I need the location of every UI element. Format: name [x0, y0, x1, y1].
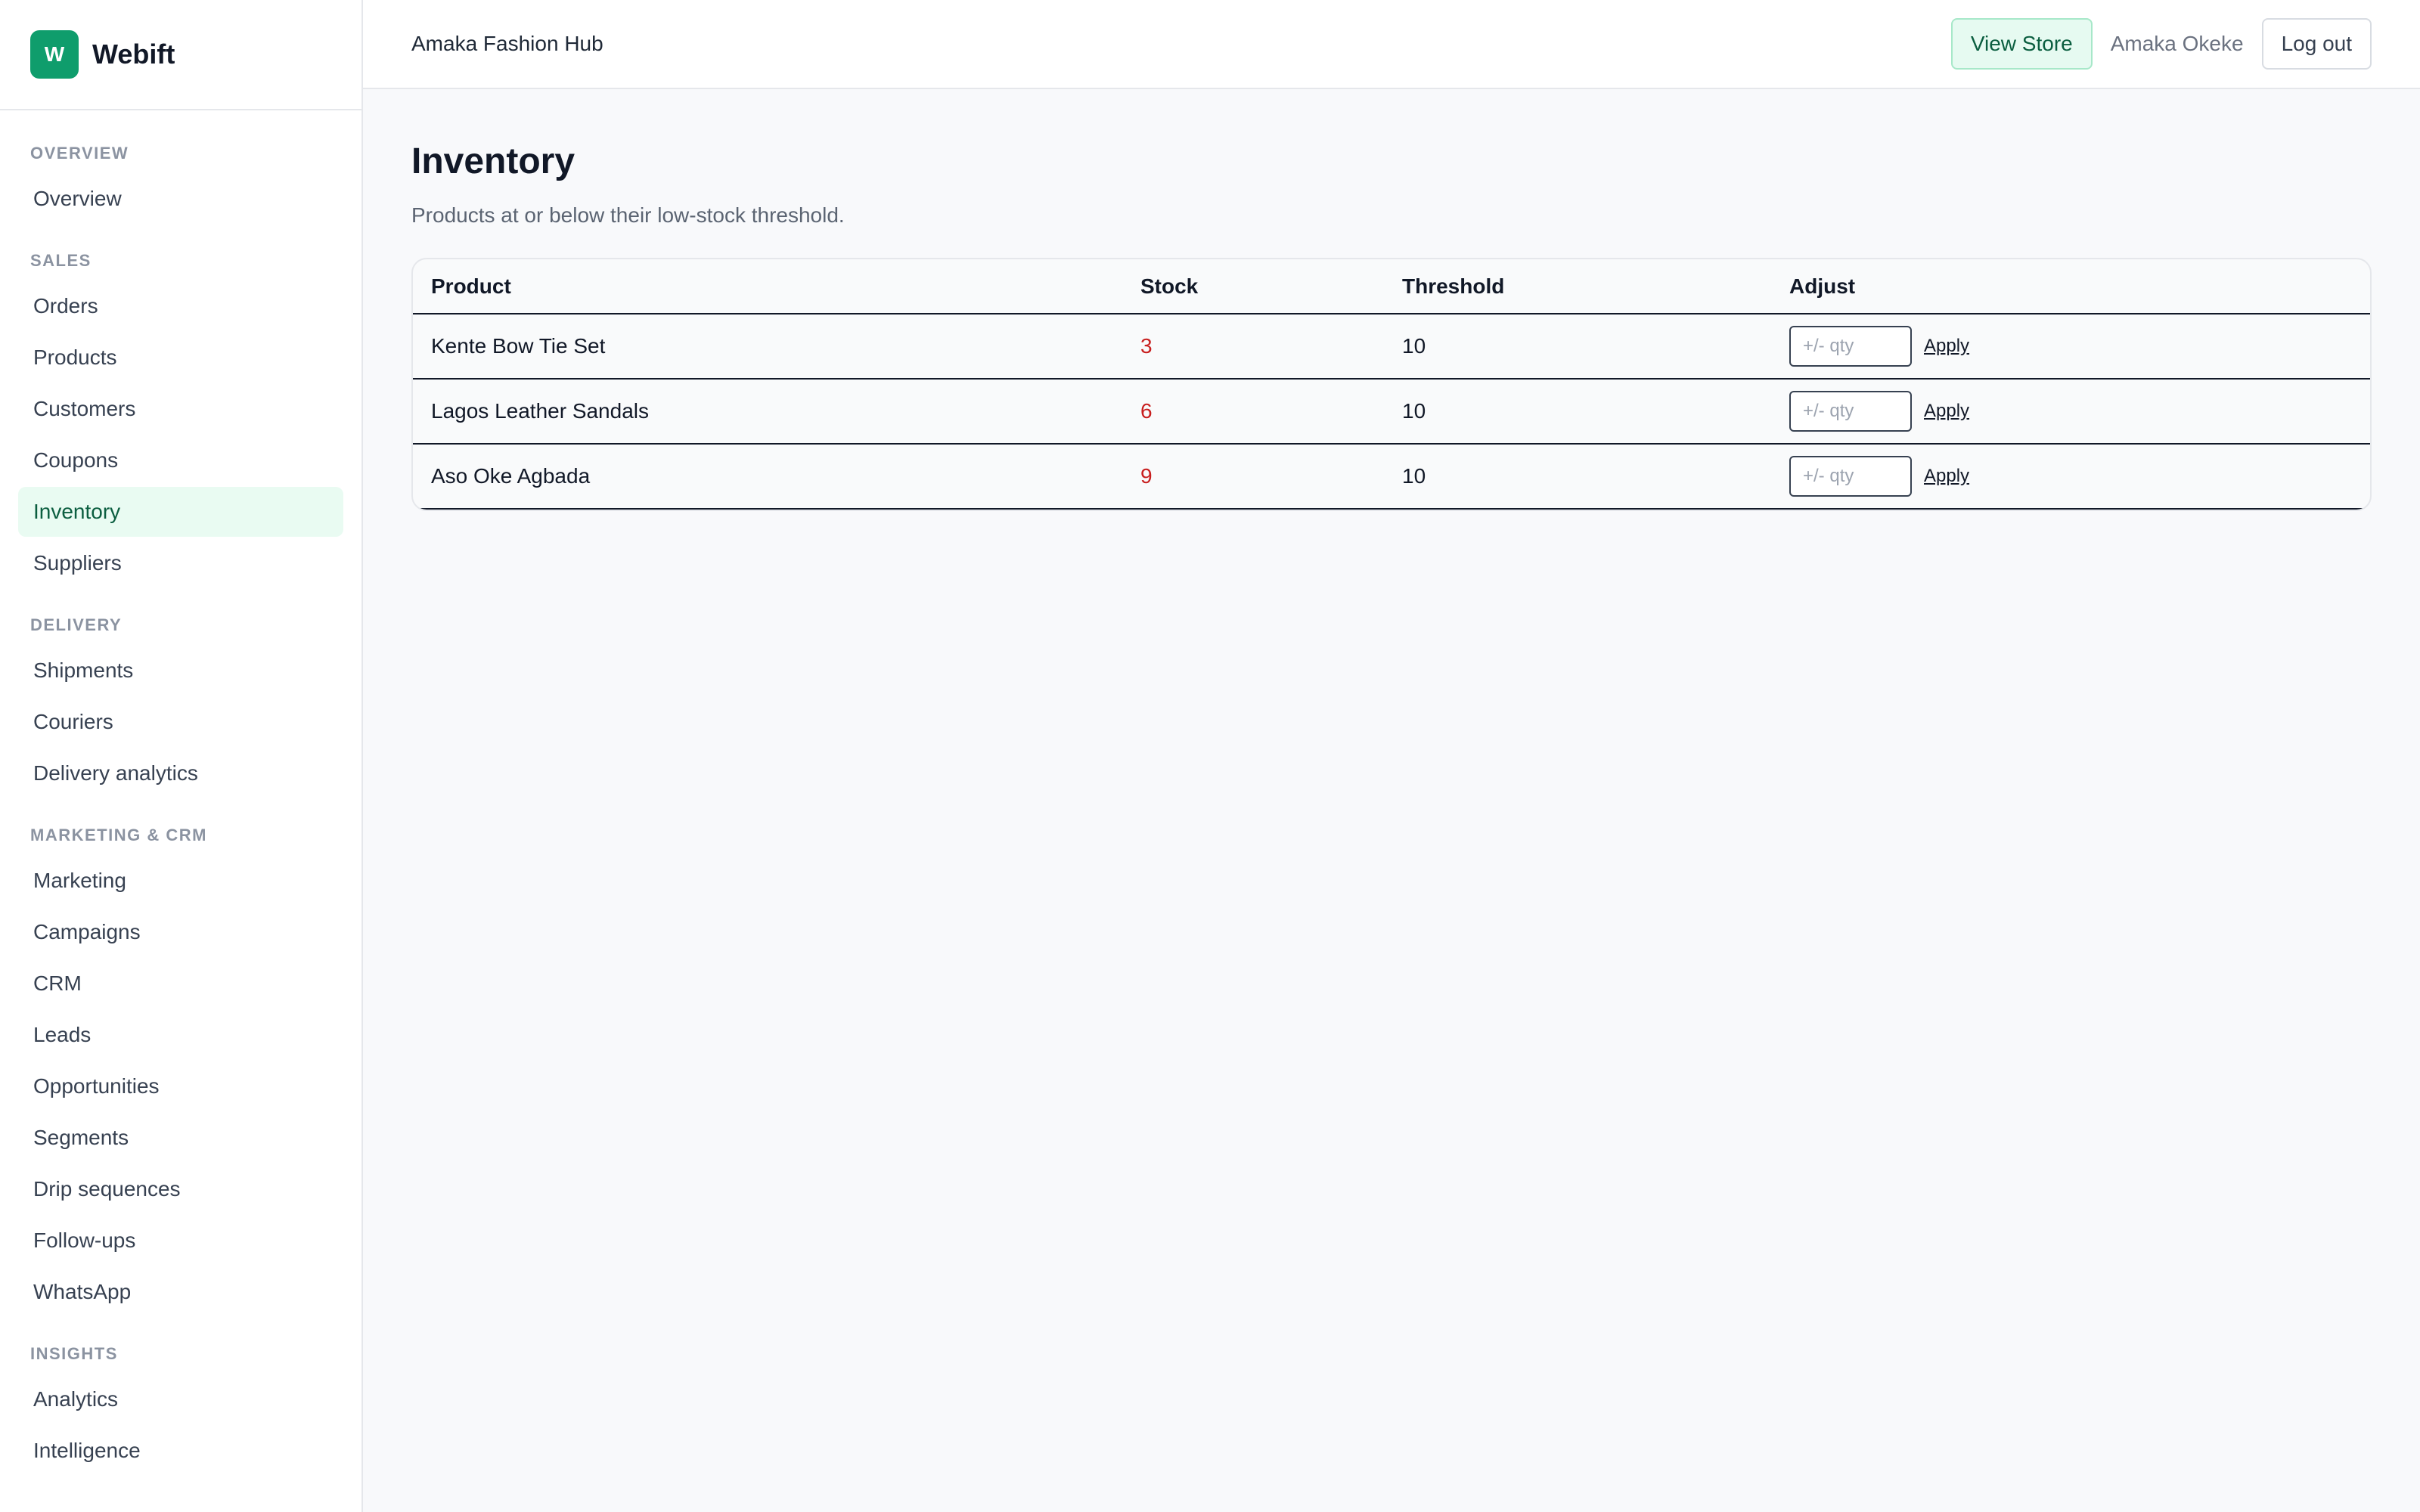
sidebar-item-customers[interactable]: Customers — [18, 384, 343, 434]
qty-input[interactable] — [1789, 391, 1912, 432]
stock-value: 6 — [1122, 379, 1384, 445]
apply-button[interactable]: Apply — [1924, 401, 1969, 422]
page-title: Inventory — [411, 141, 576, 181]
logout-button[interactable]: Log out — [2261, 18, 2372, 70]
qty-input[interactable] — [1789, 326, 1912, 367]
brand-logo-icon: W — [30, 30, 79, 79]
sidebar-item-follow-ups[interactable]: Follow-ups — [18, 1216, 343, 1266]
app-shell: W Webift OVERVIEW Overview SALES Orders Prod… — [0, 0, 2420, 1512]
table-row: Lagos Leather Sandals 6 10 Apply — [413, 379, 2370, 445]
user-name: Amaka Okeke — [2110, 32, 2244, 55]
sidebar-item-opportunities[interactable]: Opportunities — [18, 1061, 343, 1111]
adjust-cell: Apply — [1771, 379, 2370, 445]
inventory-table: Product Stock Threshold Adjust Kente Bow… — [413, 259, 2370, 510]
sidebar-item-delivery-analytics[interactable]: Delivery analytics — [18, 748, 343, 798]
sidebar-item-drip-sequences[interactable]: Drip sequences — [18, 1164, 343, 1214]
column-header-stock: Stock — [1122, 259, 1384, 314]
topbar: Amaka Fashion Hub View Store Amaka Okeke… — [363, 0, 2420, 89]
apply-button[interactable]: Apply — [1924, 466, 1969, 487]
sidebar-item-leads[interactable]: Leads — [18, 1010, 343, 1060]
sidebar-item-overview[interactable]: Overview — [18, 174, 343, 224]
threshold-value: 10 — [1384, 444, 1771, 510]
sidebar-item-analytics[interactable]: Analytics — [18, 1374, 343, 1424]
sidebar-item-inventory[interactable]: Inventory — [18, 487, 343, 537]
sidebar-item-orders[interactable]: Orders — [18, 281, 343, 331]
brand-name: Webift — [92, 39, 175, 70]
column-header-threshold: Threshold — [1384, 259, 1771, 314]
nav-section: MARKETING & CRM Marketing Campaigns CRM Lead… — [18, 815, 343, 1317]
topbar-actions: View Store Amaka Okeke Log out — [1950, 18, 2372, 70]
sidebar-item-suppliers[interactable]: Suppliers — [18, 538, 343, 588]
threshold-value: 10 — [1384, 379, 1771, 445]
table-header-row: Product Stock Threshold Adjust — [413, 259, 2370, 314]
adjust-cell: Apply — [1771, 314, 2370, 380]
nav-section-heading: MARKETING & CRM — [30, 826, 207, 844]
sidebar-item-shipments[interactable]: Shipments — [18, 646, 343, 696]
column-header-product: Product — [413, 259, 1122, 314]
nav-section-heading: DELIVERY — [30, 615, 123, 634]
sidebar-item-marketing[interactable]: Marketing — [18, 856, 343, 906]
adjust-cell: Apply — [1771, 444, 2370, 510]
stock-value: 9 — [1122, 444, 1384, 510]
page-content: Inventory Products at or below their low… — [363, 89, 2420, 558]
table-row: Aso Oke Agbada 9 10 Apply — [413, 444, 2370, 510]
qty-input[interactable] — [1789, 456, 1912, 497]
apply-button[interactable]: Apply — [1924, 336, 1969, 357]
nav-section-heading: SALES — [30, 251, 92, 270]
nav-section-heading: INSIGHTS — [30, 1344, 118, 1363]
sidebar-item-whatsapp[interactable]: WhatsApp — [18, 1267, 343, 1317]
sidebar-nav: OVERVIEW Overview SALES Orders Products Custo… — [0, 110, 361, 1476]
sidebar-item-coupons[interactable]: Coupons — [18, 435, 343, 485]
product-name: Kente Bow Tie Set — [413, 314, 1122, 380]
sidebar: W Webift OVERVIEW Overview SALES Orders Prod… — [0, 0, 363, 1512]
sidebar-item-campaigns[interactable]: Campaigns — [18, 907, 343, 957]
sidebar-item-segments[interactable]: Segments — [18, 1113, 343, 1163]
table-row: Kente Bow Tie Set 3 10 Apply — [413, 314, 2370, 380]
brand[interactable]: W Webift — [0, 0, 361, 110]
threshold-value: 10 — [1384, 314, 1771, 380]
sidebar-item-intelligence[interactable]: Intelligence — [18, 1426, 343, 1476]
stock-value: 3 — [1122, 314, 1384, 380]
page-subtitle: Products at or below their low-stock thr… — [411, 203, 845, 227]
sidebar-item-couriers[interactable]: Couriers — [18, 697, 343, 747]
product-name: Lagos Leather Sandals — [413, 379, 1122, 445]
main-area: Amaka Fashion Hub View Store Amaka Okeke… — [363, 0, 2420, 1512]
nav-section: INSIGHTS Analytics Intelligence — [18, 1334, 343, 1476]
view-store-button[interactable]: View Store — [1950, 18, 2093, 70]
product-name: Aso Oke Agbada — [413, 444, 1122, 510]
nav-section: DELIVERY Shipments Couriers Delivery analyt… — [18, 605, 343, 798]
sidebar-item-crm[interactable]: CRM — [18, 959, 343, 1009]
inventory-table-card: Product Stock Threshold Adjust Kente Bow… — [411, 258, 2372, 511]
nav-section: SALES Orders Products Customers Coupons Inven… — [18, 240, 343, 588]
sidebar-item-products[interactable]: Products — [18, 333, 343, 383]
column-header-adjust: Adjust — [1771, 259, 2370, 314]
store-name: Amaka Fashion Hub — [411, 32, 603, 55]
nav-section: OVERVIEW Overview — [18, 133, 343, 224]
nav-section-heading: OVERVIEW — [30, 144, 129, 163]
